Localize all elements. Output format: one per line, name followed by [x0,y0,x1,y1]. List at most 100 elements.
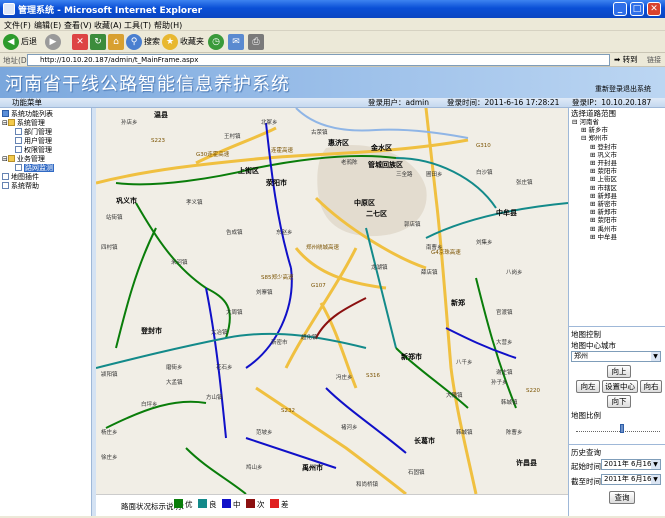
links-label[interactable]: 链接 [647,55,661,65]
menu-view[interactable]: 查看(V) [64,20,92,31]
address-bar: 地址(D) http://10.10.20.187/admin/t_MainFr… [0,53,665,67]
pan-right-button[interactable]: 向右 [640,380,662,393]
map-place-label: 石固镇 [408,470,425,476]
start-time-label: 起始时间 [571,462,601,471]
legend-item-good: 良 [198,499,217,511]
tree-item-permission[interactable]: 权限管理 [15,146,52,155]
menu-edit[interactable]: 编辑(E) [34,20,61,31]
map-place-label: 薛店镇 [421,270,438,276]
forward-arrow-icon[interactable]: ▶ [45,34,61,50]
tree-item-system[interactable]: ⊟ 系统管理 [2,119,45,128]
expand-toggle-icon[interactable]: ⊞ [590,216,598,224]
mail-icon[interactable]: ✉ [228,34,244,50]
expand-toggle-icon[interactable]: ⊞ [590,192,598,200]
tree-item-business[interactable]: ⊟ 业务管理 [2,155,45,164]
chevron-down-icon: ▼ [651,475,660,484]
scale-slider-thumb[interactable] [620,424,624,433]
map-place-label: 冯庄乡 [336,375,353,381]
refresh-icon[interactable]: ↻ [90,34,106,50]
map-place-label: 褚河乡 [341,425,358,431]
tree-item-map-plugin[interactable]: 地图插件 [2,173,39,182]
menu-heading: 功能菜单 [12,98,42,107]
map-road-label: 连霍高速 [271,148,294,154]
expand-toggle-icon[interactable]: ⊞ [590,184,598,192]
expand-toggle-icon[interactable]: ⊞ [590,175,598,183]
road-network-map[interactable]: 温县 惠济区 金水区 管城回族区 中原区 二七区 上街区 荥阳市 巩义市 新郑市… [96,108,568,494]
menu-file[interactable]: 文件(F) [4,20,31,31]
pan-left-button[interactable]: 向左 [576,380,600,393]
end-time-label: 截至时间 [571,477,601,486]
window-titlebar: 管理系统 - Microsoft Internet Explorer _ □ ✕ [0,0,665,18]
exit-link[interactable]: 退出系统 [623,84,651,94]
center-city-select[interactable]: 郑州 ▼ [571,351,661,362]
map-place-label: 告成镇 [226,230,243,236]
map-city-label: 二七区 [366,210,387,218]
scale-slider[interactable] [576,424,660,433]
map-road-label: S85郑少高速 [261,275,294,281]
stop-icon[interactable]: ✕ [72,34,88,50]
start-date-picker[interactable]: 2011年 6月16日 ▼ [601,459,661,470]
favorites-button[interactable]: 收藏夹 [180,34,204,50]
status-infobar: 功能菜单 登录用户：admin 登录时间：2011-6-16 17:28:21 … [0,98,665,108]
back-button[interactable]: 后退 [21,34,37,50]
map-city-label: 温县 [154,111,168,119]
login-user: 登录用户：admin [368,98,429,107]
region-tree-item[interactable]: ⊞ 中牟县 [590,233,617,242]
expand-toggle-icon[interactable]: ⊟ [572,118,580,126]
search-icon[interactable]: ⚲ [126,34,142,50]
menu-help[interactable]: 帮助(H) [154,20,182,31]
map-place-label: 方山镇 [206,395,223,401]
menu-tools[interactable]: 工具(T) [124,20,151,31]
address-input[interactable]: http://10.10.20.187/admin/t_MainFrame.as… [27,54,610,66]
right-panel: 选择道路范围 ⊟ 河南省 ⊞ 新乡市 ⊟ 郑州市 ⊞ 登封市 ⊞ 巩义市 ⊞ 开封县 ⊞ 荥… [568,108,665,516]
tree-item-road-monitor[interactable]: 路网监测 [15,164,54,173]
menu-favorites[interactable]: 收藏(A) [94,20,122,31]
relogin-link[interactable]: 重新登录 [595,84,623,94]
tree-item-help[interactable]: 系统帮助 [2,182,39,191]
set-center-button[interactable]: 设置中心 [602,380,638,393]
back-arrow-icon[interactable]: ◀ [3,34,19,50]
expand-toggle-icon[interactable]: ⊞ [590,159,598,167]
end-date-picker[interactable]: 2011年 6月16日 ▼ [601,474,661,485]
scale-panel [569,422,665,444]
minimize-button[interactable]: _ [613,2,627,16]
map-place-label: 磨街乡 [166,365,183,371]
pan-up-button[interactable]: 向上 [607,365,631,378]
map-place-label: 超化镇 [301,335,318,341]
home-icon[interactable]: ⌂ [108,34,124,50]
expand-toggle-icon[interactable]: ⊞ [590,225,598,233]
history-icon[interactable]: ◷ [208,34,224,50]
expand-toggle-icon[interactable]: ⊞ [581,126,589,134]
expand-toggle-icon[interactable]: ⊞ [590,167,598,175]
expand-toggle-icon[interactable]: ⊞ [590,233,598,241]
expand-toggle-icon[interactable]: ⊟ [581,134,589,142]
map-place-label: 刘集乡 [476,240,493,246]
map-city-label: 巩义市 [116,197,137,205]
tree-item-user[interactable]: 用户管理 [15,137,52,146]
browser-toolbar: ◀ 后退 ▶ ✕ ↻ ⌂ ⚲ 搜索 ★ 收藏夹 ◷ ✉ ⎙ [0,31,665,53]
tree-root[interactable]: 系统功能列表 [2,110,53,119]
pan-down-button[interactable]: 向下 [607,395,631,408]
close-button[interactable]: ✕ [647,2,661,16]
maximize-button[interactable]: □ [630,2,644,16]
expand-toggle-icon[interactable]: ⊞ [590,200,598,208]
go-button[interactable]: ➡ 转到 [614,54,638,65]
map-road-label: S316 [366,373,380,379]
map-place-label: 北冢乡 [261,120,278,126]
map-place-label: 大孟镇 [166,380,183,386]
print-icon[interactable]: ⎙ [248,34,264,50]
map-place-label: 韩城镇 [501,400,518,406]
expand-toggle-icon[interactable]: ⊞ [590,151,598,159]
tree-item-dept[interactable]: 部门管理 [15,128,52,137]
query-button[interactable]: 查询 [609,491,635,504]
map-place-label: 米河镇 [171,260,188,266]
map-place-label: 官渡镇 [496,310,513,316]
map-city-label: 登封市 [141,327,162,335]
map-place-label: 古荥镇 [311,130,328,136]
ie-app-icon [3,3,15,15]
search-button[interactable]: 搜索 [144,34,160,50]
favorites-star-icon[interactable]: ★ [162,34,178,50]
expand-toggle-icon[interactable]: ⊞ [590,208,598,216]
map-city-label: 长葛市 [414,437,435,445]
expand-toggle-icon[interactable]: ⊞ [590,143,598,151]
